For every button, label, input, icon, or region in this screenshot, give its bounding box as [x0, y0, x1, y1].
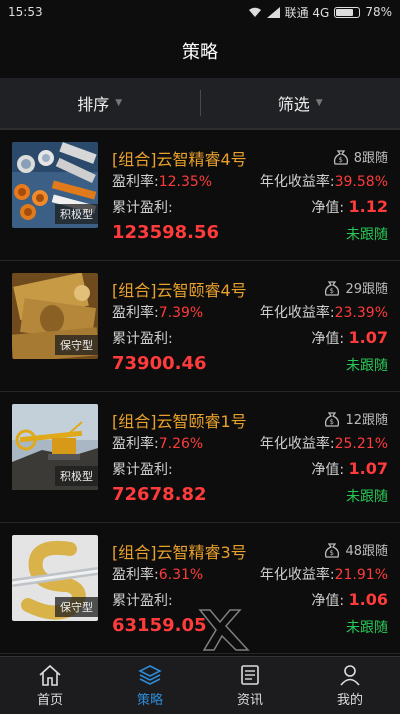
layers-icon [138, 664, 162, 686]
follow-status[interactable]: 未跟随 [346, 224, 388, 244]
annual-return-value: 39.58% [335, 174, 388, 190]
follower-count: 8跟随 [354, 147, 388, 166]
battery-percent: 78% [365, 5, 392, 19]
filter-button[interactable]: 筛选 ▼ [201, 78, 400, 128]
net-value: 1.07 [349, 459, 388, 478]
follow-status[interactable]: 未跟随 [346, 617, 388, 637]
money-bag-icon: $ [323, 411, 341, 427]
tab-profile[interactable]: 我的 [300, 657, 400, 714]
tab-strategy[interactable]: 策略 [100, 657, 200, 714]
profit-rate-value: 12.35% [159, 174, 212, 190]
strategy-card[interactable]: 积极型 [组合]云智精睿4号 $ 8跟随 盈利率:12.35% 年化收益率:39… [0, 130, 400, 261]
risk-badge: 保守型 [55, 597, 98, 617]
annual-return-label: 年化收益率: [260, 567, 335, 583]
net-value-label: 净值: [311, 331, 344, 347]
strategy-thumbnail-dollar-sign: 保守型 [12, 535, 98, 621]
news-icon [239, 664, 261, 686]
tab-news-label: 资讯 [237, 689, 263, 708]
net-value-label: 净值: [311, 593, 344, 609]
profit-rate-label: 盈利率: [112, 436, 159, 452]
risk-badge: 积极型 [55, 204, 98, 224]
tab-home[interactable]: 首页 [0, 657, 100, 714]
net-value-label: 净值: [311, 462, 344, 478]
cumulative-profit-value: 123598.56 [112, 222, 219, 243]
caret-down-icon: ▼ [316, 98, 323, 108]
cumulative-profit-label: 累计盈利: [112, 328, 173, 348]
caret-down-icon: ▼ [115, 98, 122, 108]
cumulative-profit-value: 73900.46 [112, 353, 207, 374]
strategy-name: [组合]云智精睿3号 [112, 539, 247, 563]
risk-badge: 保守型 [55, 335, 98, 355]
wifi-icon [248, 7, 262, 18]
cumulative-profit-label: 累计盈利: [112, 459, 173, 479]
carrier-label: 联通 4G [285, 4, 330, 21]
tab-news[interactable]: 资讯 [200, 657, 300, 714]
svg-text:$: $ [330, 287, 334, 295]
money-bag-icon: $ [323, 542, 341, 558]
profit-rate-value: 7.39% [159, 305, 203, 321]
cumulative-profit-value: 72678.82 [112, 484, 207, 505]
status-time: 15:53 [8, 5, 43, 19]
strategy-name: [组合]云智颐睿1号 [112, 408, 247, 432]
strategy-list: 积极型 [组合]云智精睿4号 $ 8跟随 盈利率:12.35% 年化收益率:39… [0, 130, 400, 654]
cumulative-profit-value: 63159.05 [112, 615, 207, 636]
risk-badge: 积极型 [55, 466, 98, 486]
bottom-tab-bar: 首页 策略 资讯 我的 [0, 656, 400, 714]
cumulative-profit-label: 累计盈利: [112, 590, 173, 610]
profit-rate-value: 6.31% [159, 567, 203, 583]
filter-bar: 排序 ▼ 筛选 ▼ [0, 78, 400, 130]
net-value: 1.07 [349, 328, 388, 347]
strategy-thumbnail-banknotes: 保守型 [12, 273, 98, 359]
signal-icon [267, 7, 280, 18]
sort-button[interactable]: 排序 ▼ [0, 78, 200, 128]
strategy-thumbnail-excavator: 积极型 [12, 404, 98, 490]
svg-text:$: $ [338, 156, 342, 164]
tab-strategy-label: 策略 [137, 689, 163, 708]
status-bar: 15:53 联通 4G 78% [0, 0, 400, 24]
annual-return-label: 年化收益率: [260, 436, 335, 452]
strategy-thumbnail-pipes: 积极型 [12, 142, 98, 228]
annual-return-label: 年化收益率: [260, 305, 335, 321]
tab-profile-label: 我的 [337, 689, 363, 708]
user-icon [339, 664, 361, 686]
money-bag-icon: $ [332, 149, 350, 165]
home-icon [38, 664, 62, 686]
profit-rate-label: 盈利率: [112, 567, 159, 583]
tab-home-label: 首页 [37, 689, 63, 708]
annual-return-label: 年化收益率: [260, 174, 335, 190]
net-value-label: 净值: [311, 200, 344, 216]
follower-count: 48跟随 [345, 540, 388, 559]
net-value: 1.12 [349, 197, 388, 216]
profit-rate-label: 盈利率: [112, 305, 159, 321]
battery-icon [334, 7, 360, 18]
follower-count: 12跟随 [345, 409, 388, 428]
strategy-card[interactable]: 保守型 [组合]云智精睿3号 $ 48跟随 盈利率:6.31% 年化收益率:21… [0, 523, 400, 654]
annual-return-value: 21.91% [335, 567, 388, 583]
cumulative-profit-label: 累计盈利: [112, 197, 173, 217]
strategy-name: [组合]云智精睿4号 [112, 146, 247, 170]
profit-rate-value: 7.26% [159, 436, 203, 452]
filter-label: 筛选 [278, 91, 310, 115]
profit-rate-label: 盈利率: [112, 174, 159, 190]
strategy-name: [组合]云智颐睿4号 [112, 277, 247, 301]
strategy-card[interactable]: 积极型 [组合]云智颐睿1号 $ 12跟随 盈利率:7.26% 年化收益率:25… [0, 392, 400, 523]
net-value: 1.06 [349, 590, 388, 609]
annual-return-value: 25.21% [335, 436, 388, 452]
svg-text:$: $ [330, 418, 334, 426]
follower-count: 29跟随 [345, 278, 388, 297]
page-title: 策略 [0, 24, 400, 78]
strategy-card[interactable]: 保守型 [组合]云智颐睿4号 $ 29跟随 盈利率:7.39% 年化收益率:23… [0, 261, 400, 392]
money-bag-icon: $ [323, 280, 341, 296]
annual-return-value: 23.39% [335, 305, 388, 321]
sort-label: 排序 [77, 91, 109, 115]
follow-status[interactable]: 未跟随 [346, 355, 388, 375]
svg-text:$: $ [330, 549, 334, 557]
follow-status[interactable]: 未跟随 [346, 486, 388, 506]
